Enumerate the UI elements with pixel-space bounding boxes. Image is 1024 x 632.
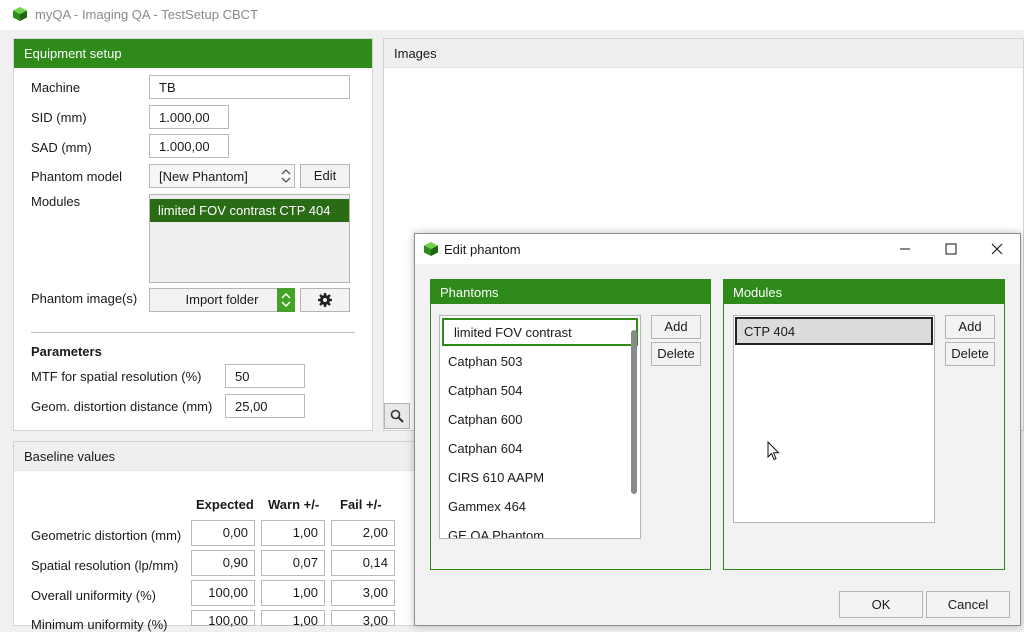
col-header-expected: Expected (196, 497, 254, 512)
phantoms-list[interactable]: limited FOV contrast Catphan 503 Catphan… (439, 315, 641, 539)
sid-label: SID (mm) (31, 110, 87, 125)
baseline-cell[interactable]: 0,90 (191, 550, 255, 576)
baseline-row-label: Geometric distortion (mm) (31, 528, 182, 543)
phantom-name-edit-field[interactable]: limited FOV contrast (442, 318, 638, 346)
delete-phantom-button[interactable]: Delete (651, 342, 701, 366)
sad-label: SAD (mm) (31, 140, 92, 155)
main-title-bar: myQA - Imaging QA - TestSetup CBCT (0, 0, 1024, 30)
modules-list[interactable]: limited FOV contrast CTP 404 (149, 194, 350, 283)
phantom-model-value: [New Phantom] (159, 169, 248, 184)
window-title: myQA - Imaging QA - TestSetup CBCT (35, 7, 259, 22)
phantom-model-label: Phantom model (31, 169, 123, 184)
settings-button[interactable] (300, 288, 350, 312)
delete-module-button[interactable]: Delete (945, 342, 995, 366)
baseline-cell[interactable]: 0,00 (191, 520, 255, 546)
mtf-label: MTF for spatial resolution (%) (31, 369, 202, 384)
module-list-item-selected[interactable]: CTP 404 (735, 317, 933, 345)
machine-label: Machine (31, 80, 81, 95)
baseline-cell[interactable]: 100,00 (191, 610, 255, 628)
modules-label: Modules (31, 194, 81, 209)
baseline-row-label: Minimum uniformity (%) (31, 617, 168, 632)
phantoms-header: Phantoms (431, 280, 710, 304)
geom-distortion-label: Geom. distortion distance (mm) (31, 399, 213, 414)
modules-list-item-selected[interactable]: limited FOV contrast CTP 404 (150, 199, 349, 222)
baseline-row-label: Overall uniformity (%) (31, 588, 156, 603)
phantom-list-item[interactable]: CIRS 610 AAPM (440, 463, 640, 492)
phantom-list-item[interactable]: Catphan 604 (440, 434, 640, 463)
background-window-edge (0, 82, 6, 162)
baseline-cell[interactable]: 1,00 (261, 520, 325, 546)
col-header-fail: Fail +/- (340, 497, 382, 512)
cancel-button[interactable]: Cancel (926, 591, 1010, 618)
baseline-cell[interactable]: 0,07 (261, 550, 325, 576)
modules-dialog-list[interactable]: CTP 404 (733, 315, 935, 523)
phantom-model-select[interactable]: [New Phantom] (149, 164, 295, 188)
parameters-divider (31, 332, 355, 333)
phantom-list-item[interactable]: Catphan 504 (440, 376, 640, 405)
app-cube-icon (13, 7, 27, 21)
magnifier-icon (390, 409, 404, 423)
close-icon[interactable] (991, 243, 1003, 255)
import-folder-button[interactable]: Import folder (149, 288, 295, 312)
dialog-title-bar: Edit phantom (415, 234, 1020, 264)
machine-field[interactable]: TB (149, 75, 350, 99)
baseline-cell[interactable]: 0,14 (331, 550, 395, 576)
ok-button[interactable]: OK (839, 591, 923, 618)
edit-phantom-button[interactable]: Edit (300, 164, 350, 188)
mouse-cursor-icon (767, 441, 780, 461)
maximize-icon[interactable] (945, 243, 957, 255)
phantom-images-label: Phantom image(s) (31, 291, 138, 306)
dialog-cube-icon (424, 242, 438, 256)
geom-distortion-field[interactable]: 25,00 (225, 394, 305, 418)
baseline-values-header: Baseline values (14, 442, 422, 471)
phantom-list-item[interactable]: Gammex 464 (440, 492, 640, 521)
add-phantom-button[interactable]: Add (651, 315, 701, 339)
baseline-cell[interactable]: 100,00 (191, 580, 255, 606)
parameters-heading: Parameters (31, 344, 102, 359)
add-module-button[interactable]: Add (945, 315, 995, 339)
dialog-title: Edit phantom (444, 242, 521, 257)
sad-field[interactable]: 1.000,00 (149, 134, 229, 158)
mtf-field[interactable]: 50 (225, 364, 305, 388)
baseline-cell[interactable]: 1,00 (261, 580, 325, 606)
phantoms-scrollbar[interactable] (631, 330, 637, 494)
gear-icon (318, 293, 332, 307)
minimize-icon[interactable] (899, 243, 911, 255)
phantom-list-item[interactable]: Catphan 600 (440, 405, 640, 434)
sid-field[interactable]: 1.000,00 (149, 105, 229, 129)
import-folder-spin-icon[interactable] (277, 288, 295, 312)
zoom-button[interactable] (384, 403, 410, 429)
col-header-warn: Warn +/- (268, 497, 320, 512)
equipment-setup-header: Equipment setup (14, 39, 372, 68)
phantom-model-spin-icon[interactable] (277, 164, 295, 188)
baseline-cell[interactable]: 1,00 (261, 610, 325, 628)
baseline-row-label: Spatial resolution (lp/mm) (31, 558, 179, 573)
phantom-list-item[interactable]: Catphan 503 (440, 347, 640, 376)
images-header: Images (384, 39, 1023, 68)
baseline-cell[interactable]: 2,00 (331, 520, 395, 546)
baseline-cell[interactable]: 3,00 (331, 610, 395, 628)
baseline-cell[interactable]: 3,00 (331, 580, 395, 606)
modules-header: Modules (724, 280, 1004, 304)
phantom-list-item[interactable]: GE QA Phantom (440, 521, 640, 538)
edit-phantom-dialog: Edit phantom Phantoms limited FOV contra… (414, 233, 1021, 626)
